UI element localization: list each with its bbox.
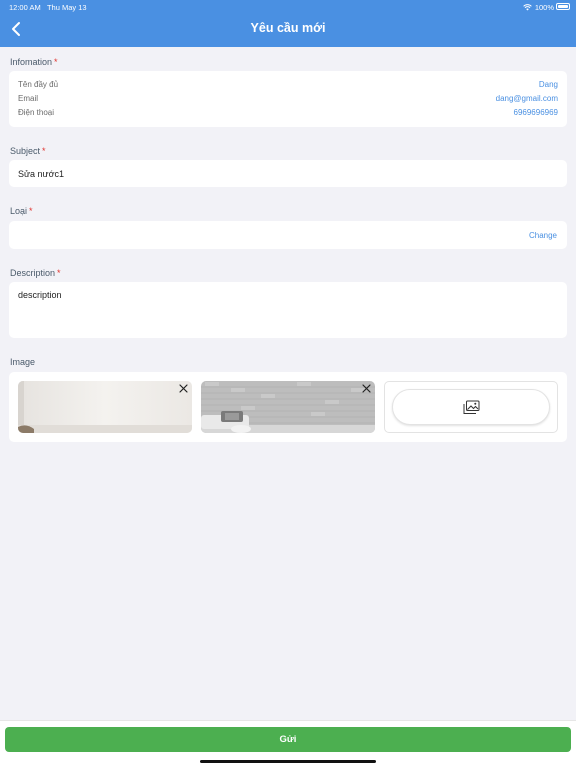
status-bar: 12:00 AM Thu May 13 100%: [0, 0, 576, 14]
type-section-label: Loại *: [10, 206, 33, 216]
required-mark: *: [57, 268, 61, 278]
home-indicator: [200, 760, 376, 763]
subject-section-label: Subject *: [10, 146, 46, 156]
image-thumbnail-photo: [201, 381, 375, 433]
image-card: [9, 372, 567, 442]
info-value: dang@gmail.com: [495, 94, 558, 103]
footer-bar: Gửi: [0, 720, 576, 768]
wifi-icon: [523, 4, 532, 11]
information-card: Tên đầy đủ Dang Email dang@gmail.com Điệ…: [9, 71, 567, 127]
required-mark: *: [42, 146, 46, 156]
info-value: Dang: [538, 80, 558, 89]
information-section-label: Infomation *: [10, 57, 58, 67]
change-type-link[interactable]: Change: [529, 231, 557, 240]
info-value: 6969696969: [513, 108, 559, 117]
info-label: Email: [18, 94, 39, 103]
image-thumbnail[interactable]: [18, 381, 192, 433]
type-selector[interactable]: Change: [9, 221, 567, 249]
subject-input[interactable]: Sửa nước1: [9, 160, 567, 187]
description-textarea[interactable]: description: [9, 282, 567, 338]
info-label: Tên đầy đủ: [18, 80, 59, 89]
info-row-fullname: Tên đầy đủ Dang: [18, 80, 558, 89]
add-image-slot: [384, 381, 558, 433]
description-value: description: [18, 290, 62, 300]
add-image-button[interactable]: [392, 389, 550, 425]
description-section-label: Description *: [10, 268, 61, 278]
page-title: Yêu cầu mới: [250, 21, 326, 35]
required-mark: *: [29, 206, 33, 216]
battery-percent: 100%: [534, 3, 554, 12]
remove-image-icon[interactable]: [178, 383, 189, 394]
image-thumbnail[interactable]: [201, 381, 375, 433]
info-row-email: Email dang@gmail.com: [18, 94, 558, 103]
gallery-icon: [463, 400, 480, 414]
image-section-label: Image: [10, 357, 36, 367]
battery-icon: [556, 3, 570, 10]
remove-image-icon[interactable]: [361, 383, 372, 394]
required-mark: *: [54, 57, 58, 67]
submit-button[interactable]: Gửi: [5, 727, 571, 752]
info-row-phone: Điện thoại 6969696969: [18, 108, 558, 117]
image-thumbnail-photo: [18, 381, 192, 433]
app-header: 12:00 AM Thu May 13 100% Yêu cầu mới: [0, 0, 576, 47]
subject-value: Sửa nước1: [18, 169, 64, 179]
status-time: 12:00 AM Thu May 13: [9, 3, 87, 12]
info-label: Điện thoại: [18, 108, 55, 117]
status-indicators: 100%: [523, 3, 554, 12]
